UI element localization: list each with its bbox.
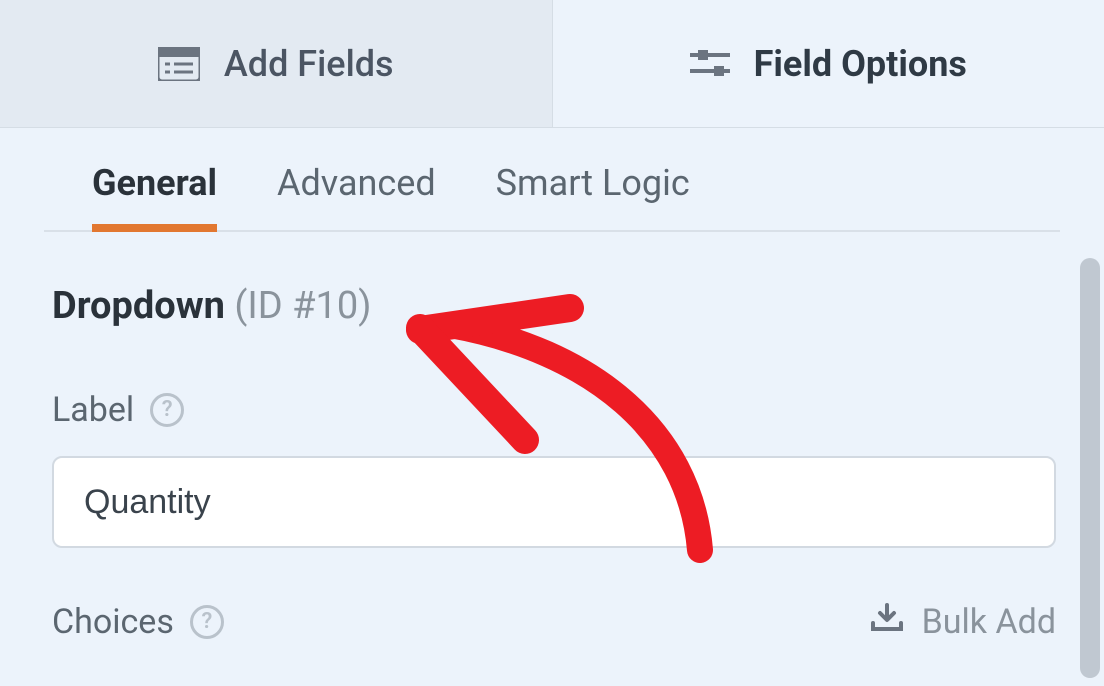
field-type-name: Dropdown bbox=[52, 284, 225, 328]
top-tabbar: Add Fields Field Options bbox=[0, 0, 1104, 128]
field-type-heading: Dropdown (ID #10) bbox=[52, 284, 1056, 328]
help-icon[interactable]: ? bbox=[190, 605, 224, 639]
label-input[interactable] bbox=[52, 456, 1056, 548]
bulk-add-button[interactable]: Bulk Add bbox=[870, 602, 1056, 642]
tab-add-fields[interactable]: Add Fields bbox=[0, 0, 553, 127]
sliders-icon bbox=[690, 47, 730, 81]
help-icon[interactable]: ? bbox=[150, 393, 184, 427]
field-options-panel: Dropdown (ID #10) Label ? Choices ? Bulk… bbox=[4, 232, 1104, 642]
tab-field-options-label: Field Options bbox=[754, 43, 967, 85]
choices-title: Choices bbox=[52, 602, 174, 642]
choices-row: Choices ? Bulk Add bbox=[52, 602, 1056, 642]
bulk-add-label: Bulk Add bbox=[922, 602, 1056, 642]
list-icon bbox=[158, 47, 200, 81]
subtab-general[interactable]: General bbox=[92, 162, 217, 230]
subtab-bar: General Advanced Smart Logic bbox=[44, 128, 1060, 232]
subtab-smart-logic[interactable]: Smart Logic bbox=[496, 162, 690, 230]
label-row: Label ? bbox=[52, 390, 1056, 430]
scrollbar-thumb[interactable] bbox=[1080, 258, 1100, 678]
label-title: Label bbox=[52, 390, 134, 430]
tab-field-options[interactable]: Field Options bbox=[553, 0, 1104, 127]
subtab-advanced[interactable]: Advanced bbox=[277, 162, 436, 230]
scrollbar[interactable] bbox=[1080, 258, 1100, 678]
field-id: (ID #10) bbox=[234, 284, 371, 328]
tab-add-fields-label: Add Fields bbox=[224, 43, 394, 85]
download-icon bbox=[870, 602, 904, 642]
